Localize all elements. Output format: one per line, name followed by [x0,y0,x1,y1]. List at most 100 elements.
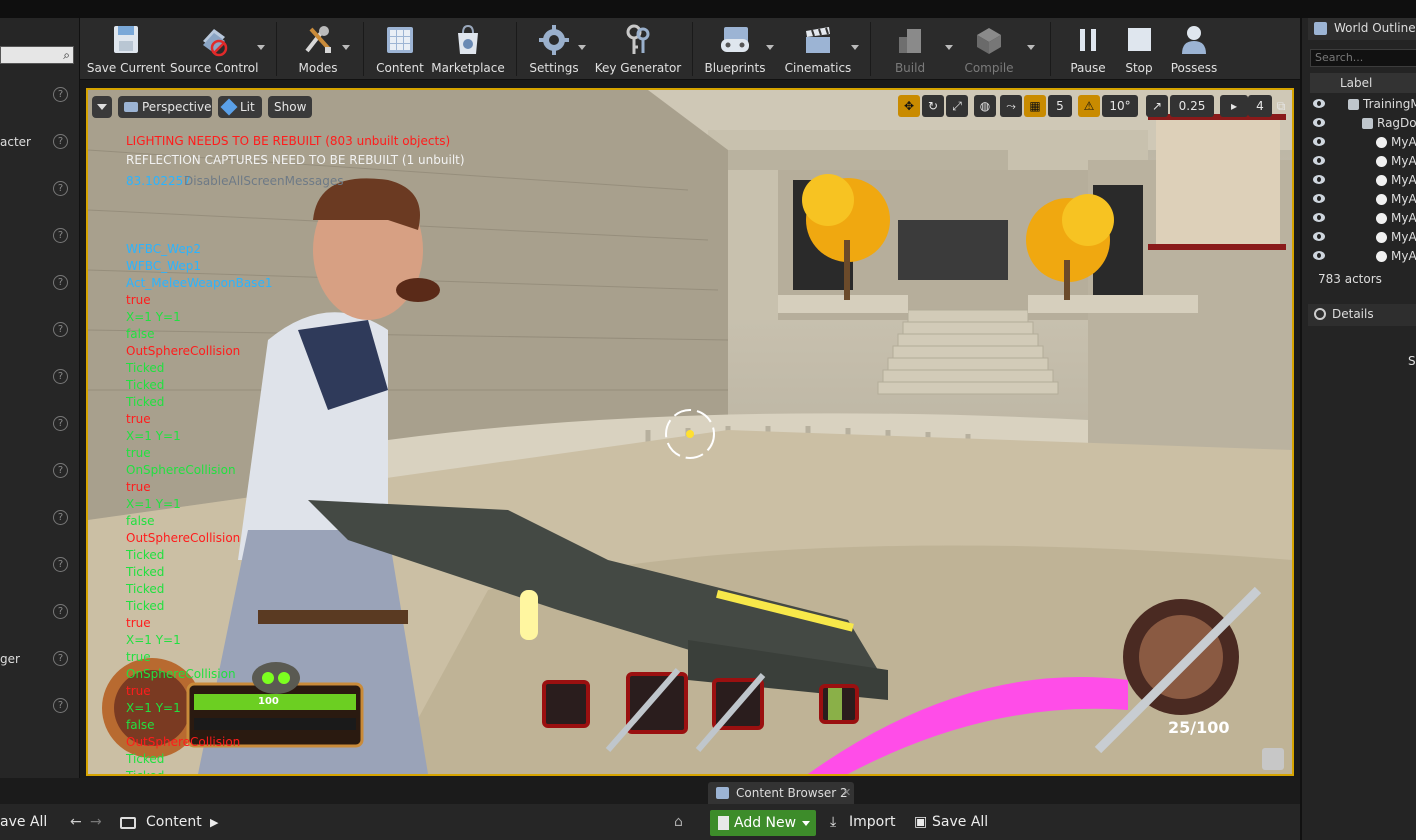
angle-snap-icon[interactable]: ⚠ [1078,95,1100,117]
mode-list-item[interactable]: ? [0,320,78,342]
settings-dropdown-icon[interactable] [578,45,586,50]
save-all-button[interactable]: Save All [932,814,988,830]
maximize-viewport-icon[interactable]: ⧉ [1274,95,1288,117]
help-icon[interactable]: ? [53,322,68,337]
mode-list-item[interactable]: ? [0,555,78,577]
forward-arrow-icon[interactable]: → [90,814,102,830]
mode-list-item[interactable]: ? [0,179,78,201]
help-icon[interactable]: ? [53,275,68,290]
visibility-eye-icon[interactable] [1313,175,1325,184]
outliner-label-column[interactable]: Label [1310,73,1416,93]
help-icon[interactable]: ? [53,134,68,149]
compile-dropdown-icon[interactable] [1027,45,1035,50]
save-all-left-button[interactable]: ave All [0,814,47,830]
path-chevron-icon[interactable]: ▶ [210,816,218,829]
modes-search-input[interactable]: ⌕ [0,46,74,64]
key-generator-button[interactable]: Key Generator [594,18,682,80]
outliner-row[interactable]: MyAc [1310,133,1416,152]
pause-button[interactable]: Pause [1060,18,1116,80]
outliner-search-input[interactable]: Search... [1310,49,1416,67]
perspective-button[interactable]: Perspective [118,96,212,118]
mode-list-item[interactable]: ? [0,602,78,624]
help-icon[interactable]: ? [53,463,68,478]
help-icon[interactable]: ? [53,698,68,713]
visibility-eye-icon[interactable] [1313,194,1325,203]
modes-button[interactable]: Modes [286,18,350,80]
back-arrow-icon[interactable]: ← [70,814,82,830]
mode-list-item[interactable]: ? [0,367,78,389]
help-icon[interactable]: ? [53,228,68,243]
level-viewport[interactable]: Perspective Lit Show ✥ ↻ ⤢ ◍ ⤳ ▦ 5 ⚠ 10°… [86,88,1294,776]
visibility-eye-icon[interactable] [1313,213,1325,222]
content-path-button[interactable]: Content [146,814,202,830]
viewport-options-dropdown[interactable] [92,96,112,118]
help-icon[interactable]: ? [53,510,68,525]
mode-list-item[interactable]: acter? [0,132,78,154]
add-new-button[interactable]: Add New [710,810,816,836]
mode-list-item[interactable]: ? [0,696,78,718]
help-icon[interactable]: ? [53,651,68,666]
help-icon[interactable]: ? [53,181,68,196]
visibility-eye-icon[interactable] [1313,118,1325,127]
scale-snap-value[interactable]: 0.25 [1170,95,1214,117]
visibility-eye-icon[interactable] [1313,232,1325,241]
grid-snap-value[interactable]: 5 [1048,95,1072,117]
outliner-row[interactable]: MyAc [1310,171,1416,190]
lock-icon[interactable]: ⌂ [674,814,683,830]
cinematics-dropdown-icon[interactable] [851,45,859,50]
mode-list-item[interactable]: ? [0,461,78,483]
blueprints-dropdown-icon[interactable] [766,45,774,50]
compile-button[interactable]: Compile [956,18,1022,80]
stop-button[interactable]: Stop [1114,18,1164,80]
help-icon[interactable]: ? [53,604,68,619]
outliner-row[interactable]: RagDol [1310,114,1416,133]
mode-list-item[interactable]: ger? [0,649,78,671]
outliner-row[interactable]: MyAc [1310,152,1416,171]
settings-button[interactable]: Settings [522,18,586,80]
build-dropdown-icon[interactable] [945,45,953,50]
source-control-button[interactable]: Source Control [170,18,258,80]
angle-snap-value[interactable]: 10° [1102,95,1138,117]
show-button[interactable]: Show [268,96,312,118]
help-icon[interactable]: ? [53,557,68,572]
mode-list-item[interactable]: ? [0,508,78,530]
visibility-eye-icon[interactable] [1313,251,1325,260]
translate-tool-icon[interactable]: ✥ [898,95,920,117]
help-icon[interactable]: ? [53,416,68,431]
cinematics-button[interactable]: Cinematics [780,18,856,80]
build-button[interactable]: Build [878,18,942,80]
surface-snap-icon[interactable]: ⤳ [1000,95,1022,117]
help-icon[interactable]: ? [53,87,68,102]
visibility-eye-icon[interactable] [1313,99,1325,108]
mode-list-item[interactable]: ? [0,273,78,295]
outliner-row[interactable]: MyAc [1310,228,1416,247]
possess-button[interactable]: Possess [1164,18,1224,80]
world-space-icon[interactable]: ◍ [974,95,996,117]
scale-snap-icon[interactable]: ↗ [1146,95,1168,117]
lit-button[interactable]: Lit [218,96,262,118]
close-tab-icon[interactable]: ✕ [842,782,851,804]
details-tab[interactable]: Details [1308,304,1416,326]
outliner-row[interactable]: TrainingM [1310,95,1416,114]
world-outliner-tab[interactable]: World Outliner [1308,18,1416,40]
outliner-row[interactable]: MyAc [1310,247,1416,266]
import-button[interactable]: Import [849,814,895,830]
outliner-row[interactable]: MyAc [1310,190,1416,209]
camera-speed-icon[interactable]: ▸ [1220,95,1248,117]
mode-list-item[interactable]: ? [0,226,78,248]
content-button[interactable]: Content [368,18,432,80]
modes-dropdown-icon[interactable] [342,45,350,50]
mode-list-item[interactable]: ? [0,414,78,436]
help-icon[interactable]: ? [53,369,68,384]
blueprints-button[interactable]: Blueprints [698,18,772,80]
marketplace-button[interactable]: Marketplace [430,18,506,80]
visibility-eye-icon[interactable] [1313,156,1325,165]
visibility-eye-icon[interactable] [1313,137,1325,146]
outliner-row[interactable]: MyAc [1310,209,1416,228]
content-browser-tab[interactable]: Content Browser 2 ✕ [708,782,854,804]
mode-list-item[interactable]: ? [0,85,78,107]
save-current-button[interactable]: Save Current [84,18,168,80]
source-control-dropdown-icon[interactable] [257,45,265,50]
grid-snap-icon[interactable]: ▦ [1024,95,1046,117]
scale-tool-icon[interactable]: ⤢ [946,95,968,117]
